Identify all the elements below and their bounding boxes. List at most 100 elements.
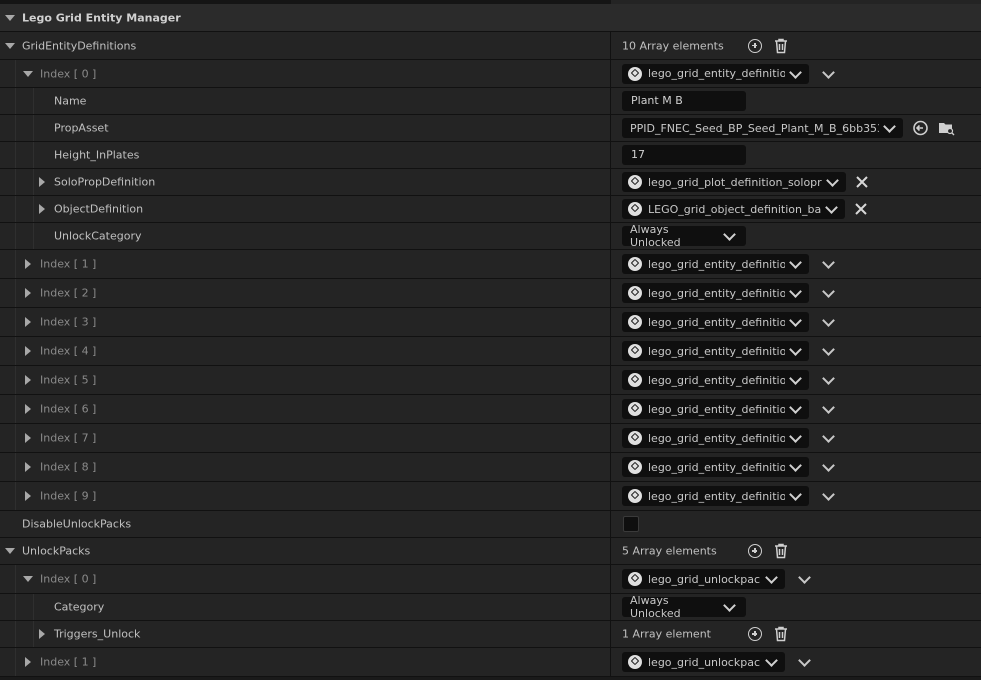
- trash-icon[interactable]: [774, 38, 788, 54]
- asset-picker[interactable]: lego_grid_entity_definition: [622, 399, 809, 419]
- add-element-icon[interactable]: [748, 544, 762, 558]
- disable-unlock-packs-row: DisableUnlockPacks: [0, 511, 981, 538]
- asset-picker[interactable]: lego_grid_entity_definition: [622, 341, 809, 361]
- close-icon[interactable]: [855, 175, 869, 189]
- prop-asset-picker[interactable]: PPID_FNEC_Seed_BP_Seed_Plant_M_B_6bb3530…: [622, 118, 903, 138]
- chevron-down-icon: [789, 430, 802, 443]
- asset-picker[interactable]: lego_grid_entity_definition: [622, 428, 809, 448]
- expand-arrow-icon[interactable]: [25, 317, 31, 327]
- height-row: Height_InPlates 17: [0, 142, 981, 169]
- expand-arrow-icon[interactable]: [23, 576, 33, 582]
- category-dropdown[interactable]: Always Unlocked: [622, 594, 746, 620]
- object-definition-picker[interactable]: LEGO_grid_object_definition_base: [622, 199, 845, 219]
- expand-arrow-icon[interactable]: [25, 259, 31, 269]
- add-element-icon[interactable]: [748, 38, 762, 53]
- index-label: Index [ 1 ]: [40, 655, 97, 669]
- chevron-down-icon: [789, 401, 802, 414]
- expand-arrow-icon[interactable]: [23, 70, 33, 77]
- index-label: Index [ 3 ]: [40, 315, 97, 329]
- asset-circle-icon: [628, 286, 642, 300]
- expand-arrow-icon[interactable]: [39, 177, 45, 187]
- expand-arrow-icon[interactable]: [25, 491, 31, 501]
- collapse-arrow-icon[interactable]: [5, 14, 15, 21]
- add-element-icon[interactable]: [748, 627, 762, 641]
- chevron-down-icon: [789, 372, 802, 385]
- chevron-down-icon: [789, 343, 802, 356]
- asset-circle-icon: [628, 460, 642, 474]
- name-row: Name Plant M B: [0, 88, 981, 115]
- expand-arrow-icon[interactable]: [39, 204, 45, 214]
- grid-entity-index-row: Index [ 4 ] lego_grid_entity_definition: [0, 337, 981, 366]
- property-label: Triggers_Unlock: [54, 627, 141, 641]
- property-label: GridEntityDefinitions: [22, 39, 137, 52]
- property-label: UnlockPacks: [22, 544, 91, 558]
- chevron-down-icon: [723, 228, 736, 241]
- index-label: Index [ 6 ]: [40, 402, 97, 416]
- property-label: UnlockCategory: [54, 229, 142, 243]
- grid-entity-index-row: Index [ 6 ] lego_grid_entity_definition: [0, 395, 981, 424]
- category-header[interactable]: Lego Grid Entity Manager: [0, 4, 981, 32]
- index-label: Index [ 0 ]: [40, 572, 97, 586]
- chevron-down-icon: [825, 201, 838, 214]
- expand-arrow-icon[interactable]: [25, 657, 31, 667]
- chevron-down-icon: [789, 459, 802, 472]
- asset-picker[interactable]: lego_grid_entity_definition: [622, 254, 809, 274]
- asset-picker[interactable]: lego_grid_entity_definition: [622, 486, 809, 506]
- expand-arrow-icon[interactable]: [5, 548, 15, 554]
- use-selected-asset-icon[interactable]: [912, 120, 929, 136]
- solo-prop-picker[interactable]: lego_grid_plot_definition_soloprop: [622, 172, 846, 192]
- asset-picker[interactable]: lego_grid_unlockpack: [622, 652, 785, 672]
- asset-circle-icon: [628, 175, 642, 189]
- grid-entity-index-row: Index [ 2 ] lego_grid_entity_definition: [0, 279, 981, 308]
- name-field[interactable]: Plant M B: [622, 91, 746, 111]
- asset-circle-icon: [628, 344, 642, 358]
- expand-arrow-icon[interactable]: [25, 375, 31, 385]
- chevron-down-icon: [789, 488, 802, 501]
- expand-arrow-icon[interactable]: [25, 462, 31, 472]
- asset-picker[interactable]: lego_grid_entity_definition: [622, 457, 809, 477]
- disable-unlock-packs-checkbox[interactable]: [623, 516, 639, 532]
- asset-picker[interactable]: lego_grid_entity_definition: [622, 370, 809, 390]
- expand-arrow-icon[interactable]: [25, 404, 31, 414]
- asset-picker[interactable]: lego_grid_entity_definition: [622, 312, 809, 332]
- grid-entity-index-row: Index [ 5 ] lego_grid_entity_definition: [0, 366, 981, 395]
- expand-arrow-icon[interactable]: [25, 346, 31, 356]
- asset-picker[interactable]: lego_grid_entity_definition: [622, 63, 809, 84]
- index-label: Index [ 7 ]: [40, 431, 97, 445]
- grid-entity-index-row: Index [ 1 ] lego_grid_entity_definition: [0, 250, 981, 279]
- grid-entity-index-row: Index [ 9 ] lego_grid_entity_definition: [0, 482, 981, 511]
- object-definition-row: ObjectDefinition LEGO_grid_object_defini…: [0, 196, 981, 223]
- property-label: Height_InPlates: [54, 148, 140, 162]
- unlock-pack-index-0-row: Index [ 0 ] lego_grid_unlockpack: [0, 565, 981, 594]
- property-label: DisableUnlockPacks: [22, 517, 132, 531]
- index-label: Index [ 4 ]: [40, 344, 97, 358]
- array-count: 10 Array elements: [622, 39, 724, 52]
- chevron-down-icon: [765, 654, 778, 667]
- asset-picker[interactable]: lego_grid_entity_definition: [622, 283, 809, 303]
- grid-entity-definitions-row: GridEntityDefinitions 10 Array elements: [0, 32, 981, 60]
- chevron-down-icon: [789, 256, 802, 269]
- expand-arrow-icon[interactable]: [5, 42, 15, 49]
- asset-picker[interactable]: lego_grid_unlockpack: [622, 569, 785, 589]
- category-title: Lego Grid Entity Manager: [22, 11, 181, 24]
- expand-arrow-icon[interactable]: [25, 288, 31, 298]
- unlock-category-dropdown[interactable]: Always Unlocked: [622, 223, 746, 249]
- expand-arrow-icon[interactable]: [39, 629, 45, 639]
- browse-to-asset-icon[interactable]: [938, 120, 955, 136]
- asset-circle-icon: [628, 572, 642, 586]
- array-count: 5 Array elements: [622, 544, 717, 558]
- close-icon[interactable]: [854, 202, 868, 216]
- array-count: 1 Array element: [622, 627, 711, 641]
- trash-icon[interactable]: [774, 543, 788, 559]
- trash-icon[interactable]: [774, 626, 788, 642]
- expand-arrow-icon[interactable]: [25, 433, 31, 443]
- height-field[interactable]: 17: [622, 145, 746, 165]
- category-row: Category Always Unlocked: [0, 594, 981, 621]
- property-label: PropAsset: [54, 121, 109, 135]
- index-label: Index [ 9 ]: [40, 489, 97, 503]
- chevron-down-icon: [789, 314, 802, 327]
- grid-entity-index-row: Index [ 7 ] lego_grid_entity_definition: [0, 424, 981, 453]
- chevron-down-icon: [883, 120, 896, 133]
- index-label: Index [ 0 ]: [40, 67, 97, 80]
- chevron-down-icon: [789, 65, 802, 79]
